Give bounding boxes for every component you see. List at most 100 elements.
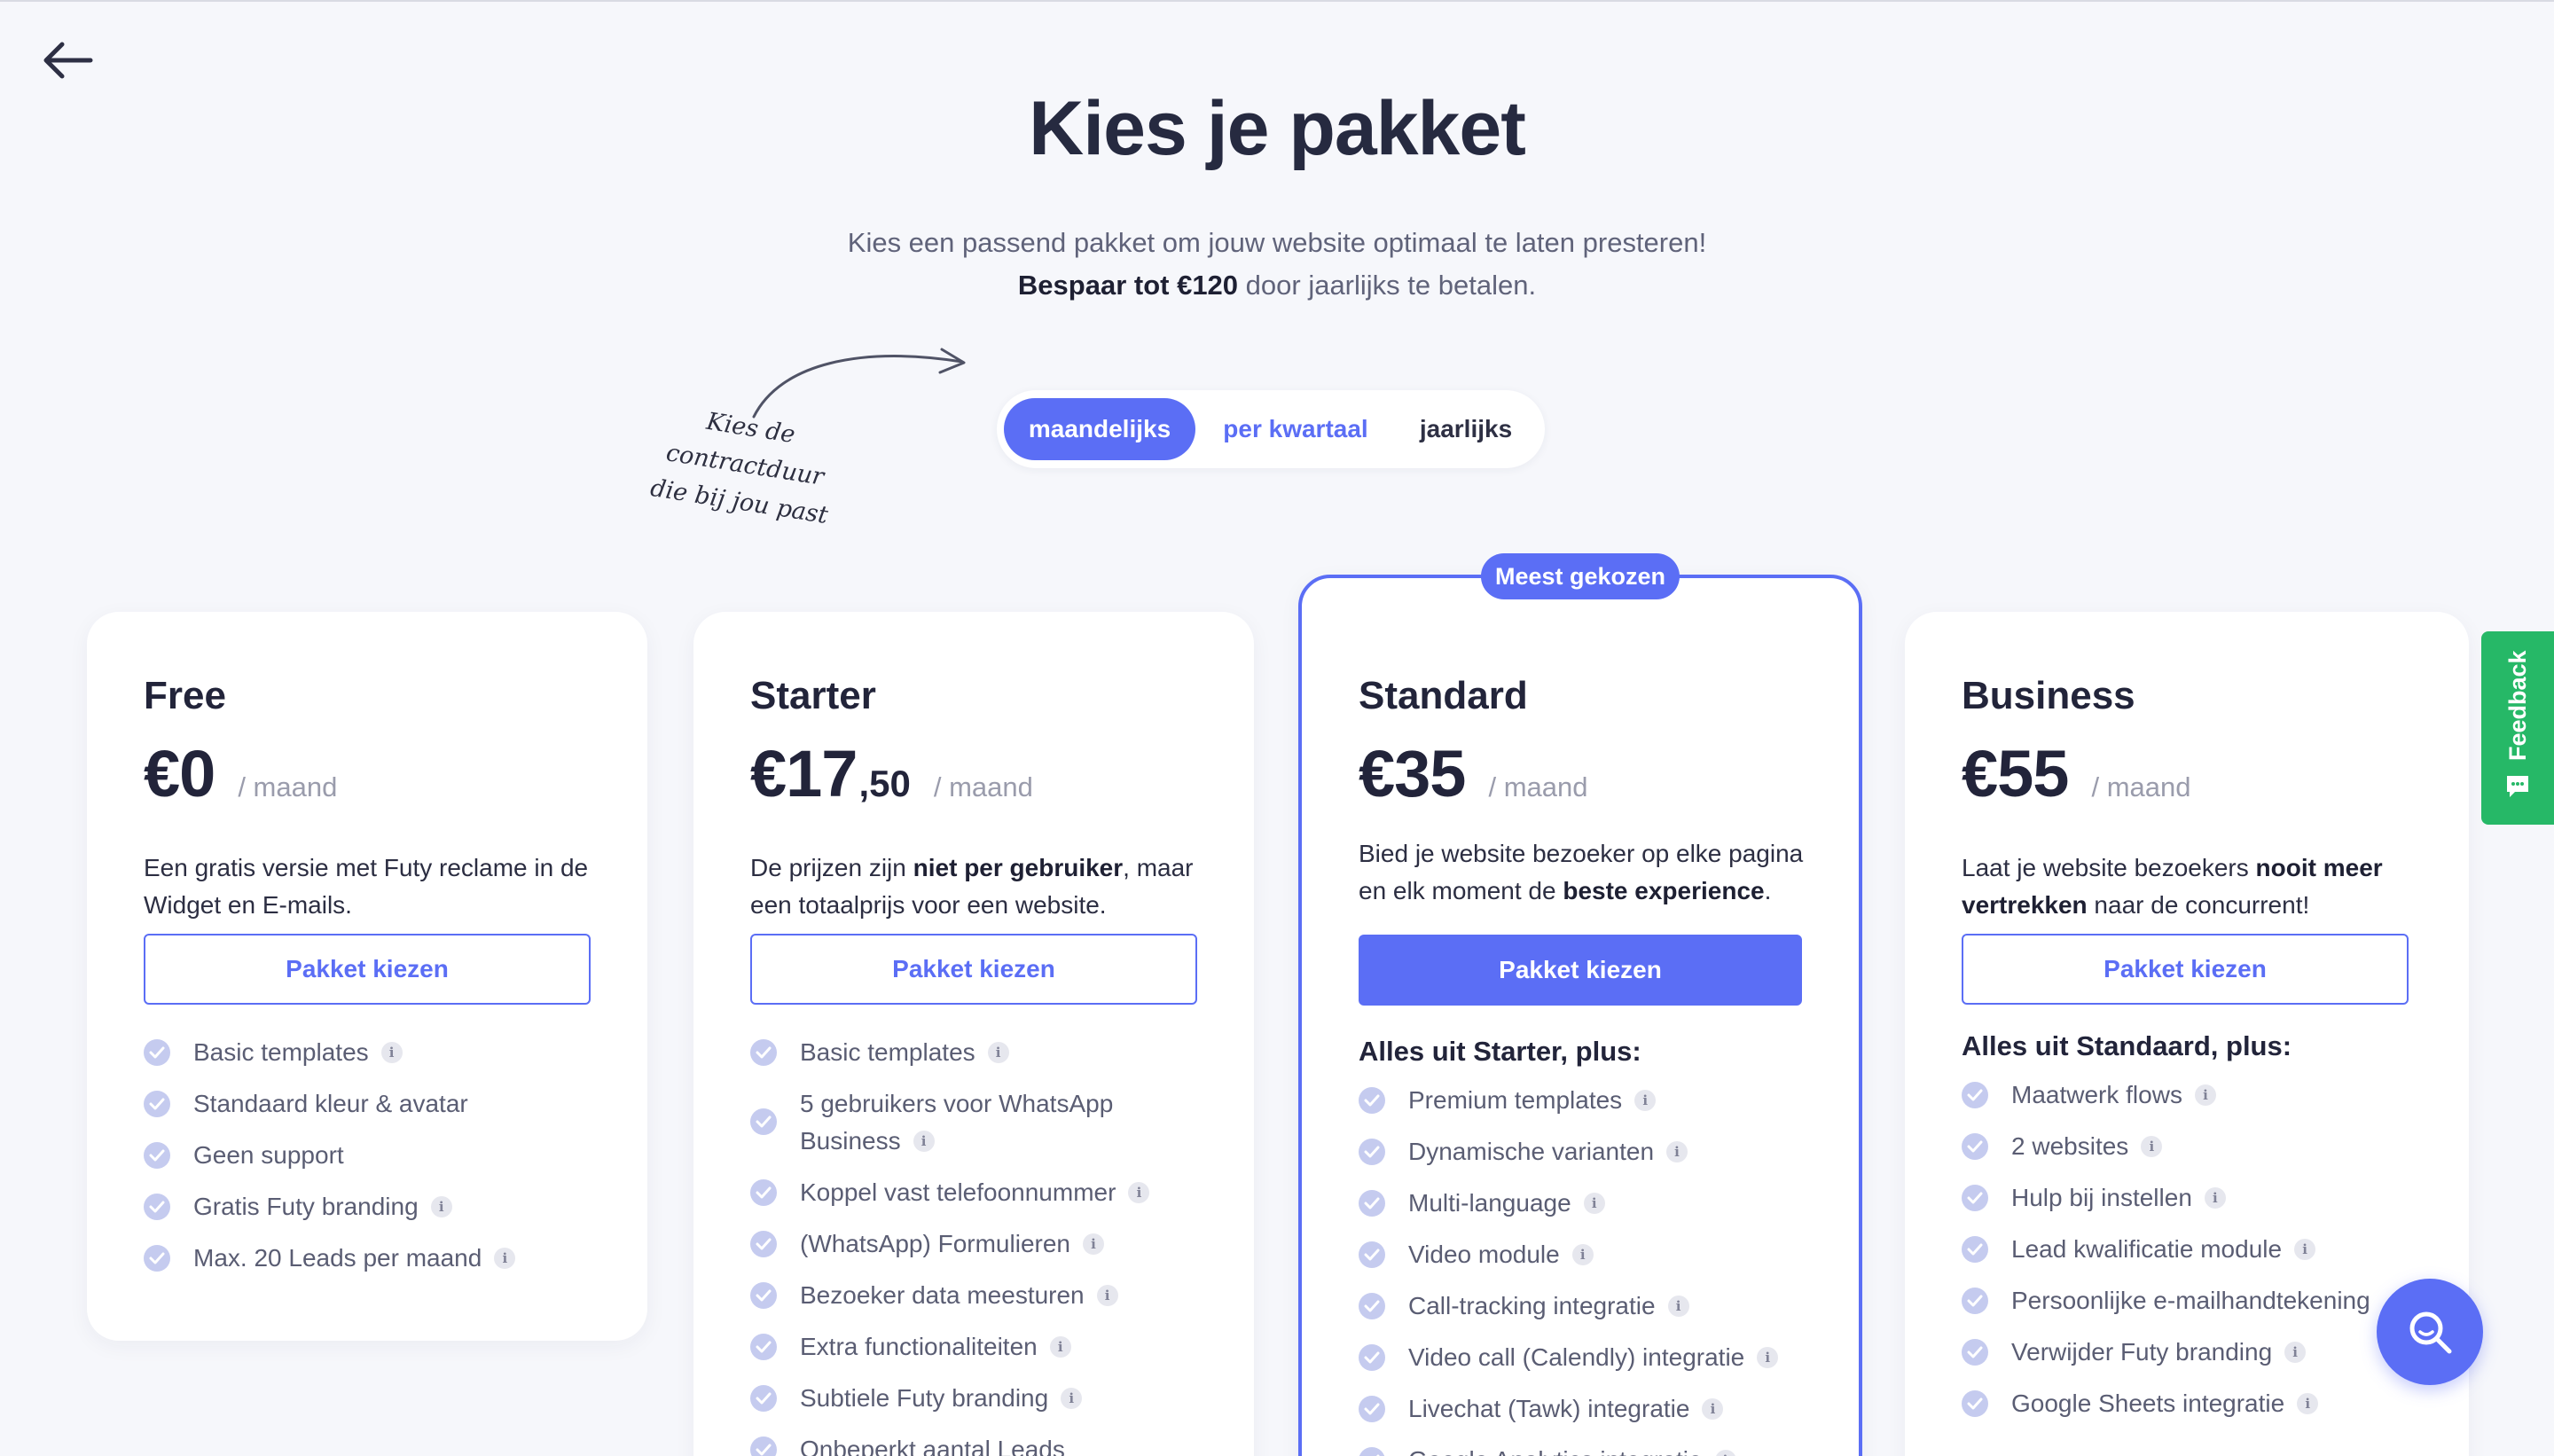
feedback-tab[interactable]: Feedback: [2481, 631, 2554, 825]
choose-plan-button[interactable]: Pakket kiezen: [750, 934, 1197, 1005]
plan-price: €35 / maand: [1359, 736, 1587, 811]
feature-text: Multi-language: [1408, 1189, 1571, 1217]
info-icon[interactable]: i: [1667, 1295, 1689, 1317]
feature-item: Verwijder Futy branding i: [1962, 1334, 2432, 1371]
feature-text: Max. 20 Leads per maand: [193, 1244, 482, 1272]
feature-item: Video call (Calendly) integratie i: [1359, 1339, 1829, 1376]
check-icon: [750, 1231, 777, 1257]
feature-item: Multi-language i: [1359, 1185, 1829, 1222]
check-icon: [750, 1334, 777, 1360]
plan-name: Starter: [750, 674, 876, 717]
check-icon: [144, 1245, 170, 1272]
feature-item: Premium templates i: [1359, 1082, 1829, 1119]
info-icon[interactable]: i: [1571, 1243, 1594, 1265]
choose-plan-button[interactable]: Pakket kiezen: [1359, 935, 1802, 1006]
feature-text: Basic templates: [800, 1038, 975, 1066]
check-icon: [1962, 1185, 1988, 1211]
check-icon: [1359, 1447, 1385, 1456]
info-icon[interactable]: i: [1128, 1181, 1150, 1203]
info-icon[interactable]: i: [1583, 1192, 1605, 1214]
search-icon: [2409, 1311, 2452, 1354]
plan-name: Standard: [1359, 674, 1528, 717]
feature-text: Maatwerk flows: [2011, 1081, 2182, 1108]
info-icon[interactable]: i: [2297, 1392, 2319, 1414]
desc-part: naar de concurrent!: [2087, 891, 2310, 919]
feature-text: 2 websites: [2011, 1132, 2129, 1160]
toggle-yearly[interactable]: jaarlijks: [1396, 398, 1536, 460]
check-icon: [750, 1179, 777, 1206]
feature-text: Gratis Futy branding: [193, 1193, 419, 1220]
info-icon[interactable]: i: [1634, 1089, 1657, 1111]
info-icon[interactable]: i: [1096, 1284, 1118, 1306]
info-icon[interactable]: i: [380, 1041, 403, 1063]
feature-item: Extra functionaliteiten i: [750, 1328, 1220, 1366]
check-icon: [750, 1039, 777, 1066]
feature-text: (WhatsApp) Formulieren: [800, 1230, 1070, 1257]
info-icon[interactable]: i: [1757, 1346, 1779, 1368]
feature-item: Gratis Futy branding i: [144, 1188, 614, 1225]
feature-text: Basic templates: [193, 1038, 369, 1066]
top-divider: [0, 0, 2554, 2]
check-icon: [1359, 1241, 1385, 1268]
toggle-monthly[interactable]: maandelijks: [1004, 398, 1195, 460]
info-icon[interactable]: i: [1049, 1335, 1071, 1358]
info-icon[interactable]: i: [2294, 1238, 2316, 1260]
subtitle-line2: Bespaar tot €120 door jaarlijks te betal…: [0, 264, 2554, 307]
check-icon: [144, 1142, 170, 1169]
feature-text: Geen support: [193, 1141, 344, 1169]
feature-item: Basic templates i: [750, 1034, 1220, 1071]
plan-price: €17 ,50 / maand: [750, 736, 1033, 811]
toggle-quarterly[interactable]: per kwartaal: [1195, 398, 1396, 460]
price-period: / maand: [238, 771, 338, 802]
info-icon[interactable]: i: [1702, 1397, 1724, 1420]
feature-item: Maatwerk flows i: [1962, 1076, 2432, 1114]
check-icon: [1962, 1082, 1988, 1108]
info-icon[interactable]: i: [2204, 1186, 2226, 1209]
info-icon[interactable]: i: [1061, 1387, 1083, 1409]
price-period: / maand: [1488, 771, 1588, 802]
plan-name: Business: [1962, 674, 2135, 717]
feature-item: (WhatsApp) Formulieren i: [750, 1225, 1220, 1263]
page-title: Kies je pakket: [1029, 86, 1526, 171]
plan-card-free: Free €0 / maand Een gratis versie met Fu…: [87, 612, 647, 1341]
info-icon[interactable]: i: [430, 1195, 452, 1217]
info-icon[interactable]: i: [2284, 1341, 2307, 1363]
plan-card-starter: Starter €17 ,50 / maand De prijzen zijn …: [693, 612, 1254, 1456]
feature-item: Lead kwalificatie module i: [1962, 1231, 2432, 1268]
check-icon: [1962, 1390, 1988, 1417]
info-icon[interactable]: i: [494, 1247, 516, 1269]
info-icon[interactable]: i: [1082, 1233, 1104, 1255]
arrow-left-icon: [43, 42, 93, 79]
feature-list: Basic templates i 5 gebruikers voor Whats…: [750, 1034, 1220, 1456]
choose-plan-button[interactable]: Pakket kiezen: [1962, 934, 2409, 1005]
check-icon: [144, 1039, 170, 1066]
back-button[interactable]: [39, 35, 96, 85]
subtitle-rest: door jaarlijks te betalen.: [1238, 270, 1537, 301]
billing-period-toggle: maandelijks per kwartaal jaarlijks: [997, 390, 1545, 468]
chat-icon: [2507, 776, 2528, 797]
search-button[interactable]: [2377, 1279, 2483, 1385]
feature-text: Bezoeker data meesturen: [800, 1281, 1085, 1309]
info-icon[interactable]: i: [2194, 1084, 2216, 1106]
plan-description: De prijzen zijn niet per gebruiker, maar…: [750, 849, 1211, 924]
feature-text: Verwijder Futy branding: [2011, 1338, 2273, 1366]
plan-card-standard: Meest gekozen Standard €35 / maand Bied …: [1298, 553, 1862, 1456]
feature-item: Livechat (Tawk) integratie i: [1359, 1390, 1829, 1428]
info-icon[interactable]: i: [987, 1041, 1009, 1063]
check-icon: [1962, 1339, 1988, 1366]
desc-part: De prijzen zijn: [750, 854, 913, 881]
info-icon[interactable]: i: [1666, 1140, 1688, 1162]
info-icon[interactable]: i: [1714, 1449, 1736, 1456]
feature-text: Call-tracking integratie: [1408, 1292, 1656, 1319]
check-icon: [1359, 1087, 1385, 1114]
check-icon: [750, 1108, 777, 1135]
info-icon[interactable]: i: [913, 1130, 935, 1152]
feature-text: Livechat (Tawk) integratie: [1408, 1395, 1690, 1422]
feature-text: Subtiele Futy branding: [800, 1384, 1049, 1412]
feature-text: 5 gebruikers voor WhatsApp Business: [800, 1090, 1114, 1155]
feature-item: Standaard kleur & avatar: [144, 1085, 614, 1123]
info-icon[interactable]: i: [2141, 1135, 2163, 1157]
choose-plan-button[interactable]: Pakket kiezen: [144, 934, 591, 1005]
feature-list: Basic templates i Standaard kleur & avata…: [144, 1034, 614, 1291]
feature-text: Google Analytics integratie: [1408, 1446, 1703, 1456]
